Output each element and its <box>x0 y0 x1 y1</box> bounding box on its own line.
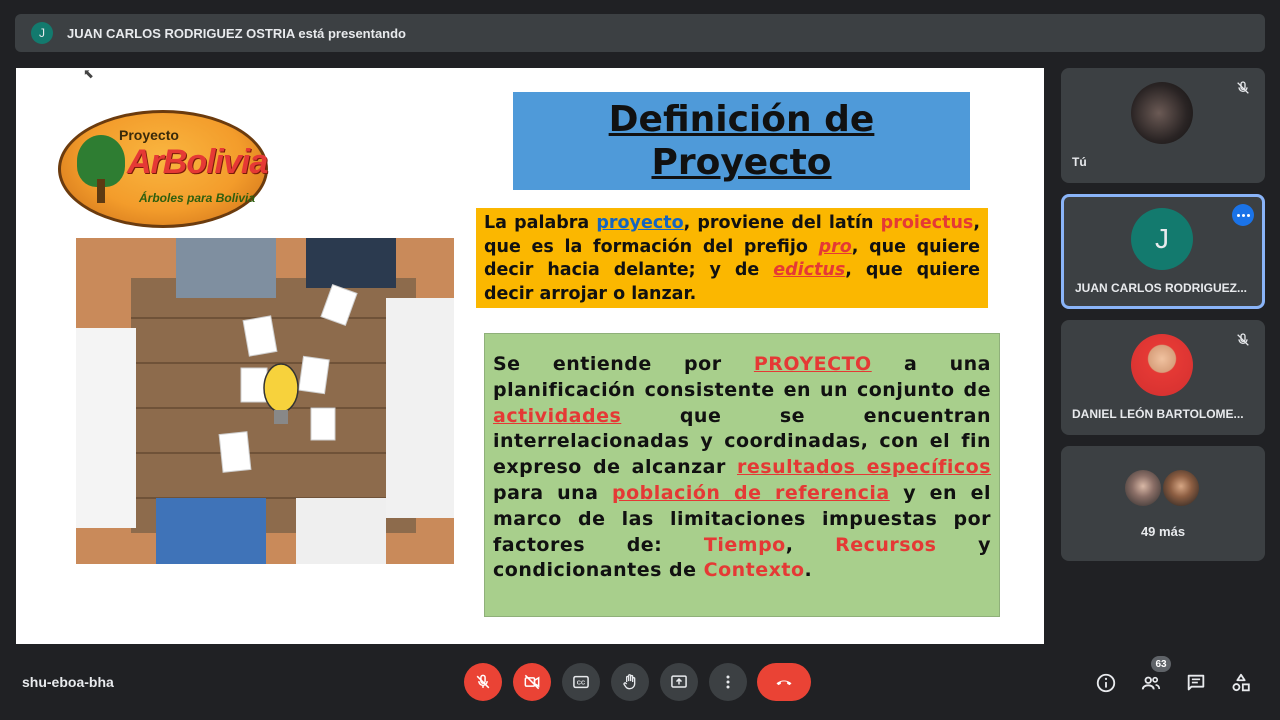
info-icon <box>1096 673 1116 693</box>
camera-toggle-button[interactable] <box>513 663 551 701</box>
title-line-1: Definición de <box>608 98 875 140</box>
people-button[interactable] <box>1138 670 1164 696</box>
avatar <box>1131 82 1193 144</box>
svg-text:CC: CC <box>577 681 586 687</box>
participant-name: JUAN CARLOS RODRIGUEZ... <box>1075 281 1248 295</box>
logo-main-text: ArBolivia <box>127 143 268 181</box>
meaning-box: Se entiende por PROYECTO a una planifica… <box>484 333 1000 617</box>
participant-name: DANIEL LEÓN BARTOLOME... <box>1072 407 1244 421</box>
captions-button[interactable]: CC <box>562 663 600 701</box>
definition-text: La palabra proyecto, proviene del latín … <box>484 213 980 304</box>
presenting-banner: J JUAN CARLOS RODRIGUEZ OSTRIA está pres… <box>15 14 1265 52</box>
more-participants-label: 49 más <box>1140 524 1186 539</box>
participant-tile-others[interactable]: 49 más <box>1061 446 1265 561</box>
mic-off-icon <box>1237 81 1249 94</box>
avatar <box>1161 468 1201 508</box>
participant-tile-presenter[interactable]: J JUAN CARLOS RODRIGUEZ... <box>1061 194 1265 309</box>
chat-icon <box>1187 674 1205 691</box>
captions-icon: CC <box>573 675 589 689</box>
title-line-2: Proyecto <box>651 142 832 183</box>
participants-count-badge: 63 <box>1151 656 1171 672</box>
more-vert-icon <box>726 675 730 689</box>
meaning-text: Se entiende por PROYECTO a una planifica… <box>493 353 992 582</box>
more-options-button[interactable] <box>709 663 747 701</box>
avatar <box>1131 334 1193 396</box>
avatar: J <box>1131 208 1193 270</box>
avatar <box>1123 468 1163 508</box>
mic-off-icon <box>476 674 490 689</box>
arbolivia-logo: Proyecto ArBolivia Árboles para Bolivia <box>58 110 268 228</box>
presenter-avatar: J <box>31 22 53 44</box>
mic-toggle-button[interactable] <box>464 663 502 701</box>
logo-top-text: Proyecto <box>119 127 179 143</box>
present-screen-button[interactable] <box>660 663 698 701</box>
activities-icon <box>1232 673 1250 692</box>
participant-tile-daniel[interactable]: DANIEL LEÓN BARTOLOME... <box>1061 320 1265 435</box>
raise-hand-button[interactable] <box>611 663 649 701</box>
more-options-icon[interactable] <box>1232 204 1254 226</box>
camera-off-icon <box>524 674 540 690</box>
slide-title: Definición de Proyecto <box>513 92 970 190</box>
logo-sub-text: Árboles para Bolivia <box>139 191 256 205</box>
people-icon <box>1141 676 1161 690</box>
tree-trunk <box>97 179 105 203</box>
chat-button[interactable] <box>1183 670 1209 696</box>
meeting-code[interactable]: shu-eboa-bha <box>22 674 114 690</box>
activities-button[interactable] <box>1228 670 1254 696</box>
mouse-cursor-icon: ⬉ <box>83 68 94 81</box>
definition-box: La palabra proyecto, proviene del latín … <box>476 208 988 308</box>
mic-off-icon <box>1237 333 1249 346</box>
teamwork-photo <box>76 238 454 564</box>
present-icon <box>671 675 687 688</box>
hand-icon <box>623 674 636 690</box>
hang-up-icon <box>776 680 792 686</box>
presentation-slide: ⬉ Proyecto ArBolivia Árboles para Bolivi… <box>16 68 1044 644</box>
leave-call-button[interactable] <box>757 663 811 701</box>
participant-tile-you[interactable]: Tú <box>1061 68 1265 183</box>
participant-name: Tú <box>1072 155 1087 169</box>
presenting-text: JUAN CARLOS RODRIGUEZ OSTRIA está presen… <box>67 25 407 41</box>
meeting-details-button[interactable] <box>1093 670 1119 696</box>
